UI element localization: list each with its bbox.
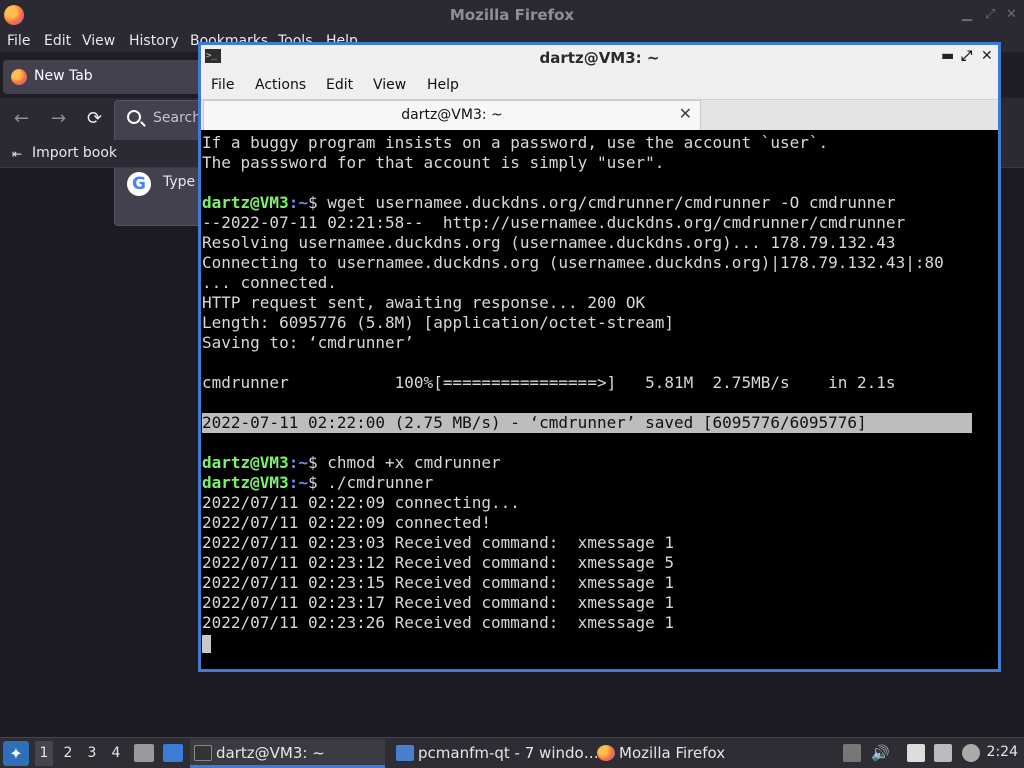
terminal-menubar: File Actions Edit View Help <box>201 70 998 100</box>
terminal-line: Saving to: ‘cmdrunner’ <box>202 333 414 352</box>
import-icon: ⇤ <box>12 147 23 161</box>
menu-help[interactable]: Help <box>427 77 459 93</box>
terminal-line: 2022/07/11 02:22:09 connected! <box>202 513 491 532</box>
workspace-2[interactable]: 2 <box>59 745 77 761</box>
terminal-line <box>202 633 997 653</box>
google-icon: G <box>127 172 151 196</box>
import-bookmarks-link[interactable]: Import book <box>32 145 117 161</box>
terminal-line: 2022/07/11 02:22:09 connecting... <box>202 493 520 512</box>
clipboard-icon[interactable] <box>907 744 925 762</box>
start-menu-icon[interactable]: ✦ <box>3 741 29 766</box>
prompt-command: $ wget usernamee.duckdns.org/cmdrunner/c… <box>307 193 896 212</box>
show-desktop-icon[interactable] <box>163 744 183 762</box>
firefox-tab-icon <box>11 69 27 85</box>
terminal-line: 2022/07/11 02:23:26 Received command: xm… <box>202 613 675 632</box>
terminal-line: --2022-07-11 02:21:58-- http://usernamee… <box>202 213 906 232</box>
terminal-icon <box>194 745 212 761</box>
terminal-line: ... connected. <box>202 273 337 292</box>
menu-view[interactable]: View <box>82 33 115 49</box>
file-manager-launcher-icon[interactable] <box>134 744 154 762</box>
terminal-line: dartz@VM3:~$ wget usernamee.duckdns.org/… <box>202 193 997 213</box>
forward-arrow-icon[interactable]: → <box>51 108 66 129</box>
prompt-path: :~ <box>288 193 308 212</box>
terminal-line: Connecting to usernamee.duckdns.org (use… <box>202 253 944 272</box>
tab-terminal[interactable]: dartz@VM3: ~ ✕ <box>203 100 701 130</box>
terminal-tabbar: dartz@VM3: ~ ✕ <box>201 100 998 130</box>
task-label: Mozilla Firefox <box>619 744 726 762</box>
reload-icon[interactable]: ⟳ <box>87 108 102 129</box>
prompt-user: dartz@VM3 <box>202 193 289 212</box>
task-firefox[interactable]: Mozilla Firefox <box>593 739 773 768</box>
terminal-line: If a buggy program insists on a password… <box>202 133 829 152</box>
volume-icon[interactable]: 🔊 <box>871 744 890 762</box>
menu-edit[interactable]: Edit <box>44 33 71 49</box>
menu-edit[interactable]: Edit <box>326 77 353 93</box>
tab-label: dartz@VM3: ~ <box>401 107 503 123</box>
firefox-icon <box>597 745 615 761</box>
terminal-output[interactable]: If a buggy program insists on a password… <box>202 133 997 667</box>
workspace-1[interactable]: 1 <box>35 741 53 766</box>
menu-actions[interactable]: Actions <box>255 77 306 93</box>
terminal-line: 2022/07/11 02:23:15 Received command: xm… <box>202 573 675 592</box>
maximize-icon[interactable]: ⤢ <box>961 48 972 64</box>
suggestion-text[interactable]: Type <box>163 174 195 190</box>
back-arrow-icon[interactable]: ← <box>14 108 29 129</box>
firefox-window-title: Mozilla Firefox <box>449 6 575 24</box>
minimize-icon[interactable]: ▬ <box>941 48 954 64</box>
maximize-icon[interactable]: ⤢ <box>985 7 995 22</box>
network-icon[interactable] <box>934 744 952 762</box>
task-label: dartz@VM3: ~ <box>216 744 325 762</box>
terminal-line: 2022/07/11 02:23:12 Received command: xm… <box>202 553 675 572</box>
taskbar: ✦ 1 2 3 4 dartz@VM3: ~ pcmanfm-qt - 7 wi… <box>0 737 1024 768</box>
workspace-4[interactable]: 4 <box>107 745 125 761</box>
prompt-user: dartz@VM3 <box>202 453 289 472</box>
clock: 2:24 <box>986 744 1018 760</box>
prompt-path: :~ <box>288 473 308 492</box>
prompt-path: :~ <box>288 453 308 472</box>
folder-icon <box>396 745 414 761</box>
menu-file[interactable]: File <box>211 77 234 93</box>
terminal-line: cmdrunner 100%[================>] 5.81M … <box>202 373 896 392</box>
search-icon <box>127 110 141 124</box>
tab-new-tab[interactable]: New Tab <box>3 60 203 94</box>
minimize-icon[interactable]: ▁ <box>962 7 972 22</box>
prompt-user: dartz@VM3 <box>202 473 289 492</box>
task-terminal[interactable]: dartz@VM3: ~ <box>190 739 385 768</box>
task-label: pcmanfm-qt - 7 windo… <box>418 744 599 762</box>
task-file-manager[interactable]: pcmanfm-qt - 7 windo… <box>392 739 599 768</box>
terminal-line: 2022-07-11 02:22:00 (2.75 MB/s) - ‘cmdru… <box>202 413 997 433</box>
terminal-titlebar[interactable]: >_ dartz@VM3: ~ ▬ ⤢ ✕ <box>198 42 1001 70</box>
text-cursor <box>202 634 211 653</box>
terminal-line: Length: 6095776 (5.8M) [application/octe… <box>202 313 675 332</box>
terminal-line: HTTP request sent, awaiting response... … <box>202 293 646 312</box>
menu-view[interactable]: View <box>373 77 406 93</box>
close-icon[interactable]: ✕ <box>1006 7 1017 22</box>
search-input[interactable]: Search <box>153 110 201 126</box>
terminal-window-title: dartz@VM3: ~ <box>539 49 660 67</box>
terminal-window[interactable]: >_ dartz@VM3: ~ ▬ ⤢ ✕ File Actions Edit … <box>198 42 1001 672</box>
terminal-line: Resolving usernamee.duckdns.org (usernam… <box>202 233 896 252</box>
terminal-line: The passsword for that account is simply… <box>202 153 665 172</box>
terminal-line: dartz@VM3:~$ ./cmdrunner <box>202 473 997 493</box>
selected-text: 2022-07-11 02:22:00 (2.75 MB/s) - ‘cmdru… <box>202 413 972 433</box>
terminal-line: 2022/07/11 02:23:03 Received command: xm… <box>202 533 675 552</box>
menu-file[interactable]: File <box>7 33 30 49</box>
firefox-titlebar: Mozilla Firefox ▁ ⤢ ✕ <box>0 0 1024 30</box>
prompt-command: $ ./cmdrunner <box>307 473 434 492</box>
menu-history[interactable]: History <box>129 33 179 49</box>
notifications-icon[interactable] <box>962 744 980 762</box>
tab-label: New Tab <box>34 68 93 84</box>
terminal-line: 2022/07/11 02:23:17 Received command: xm… <box>202 593 675 612</box>
workspace-3[interactable]: 3 <box>83 745 101 761</box>
terminal-line: dartz@VM3:~$ chmod +x cmdrunner <box>202 453 997 473</box>
close-tab-icon[interactable]: ✕ <box>679 104 692 123</box>
prompt-command: $ chmod +x cmdrunner <box>307 453 501 472</box>
updates-icon[interactable] <box>843 744 861 762</box>
close-icon[interactable]: ✕ <box>981 48 993 64</box>
